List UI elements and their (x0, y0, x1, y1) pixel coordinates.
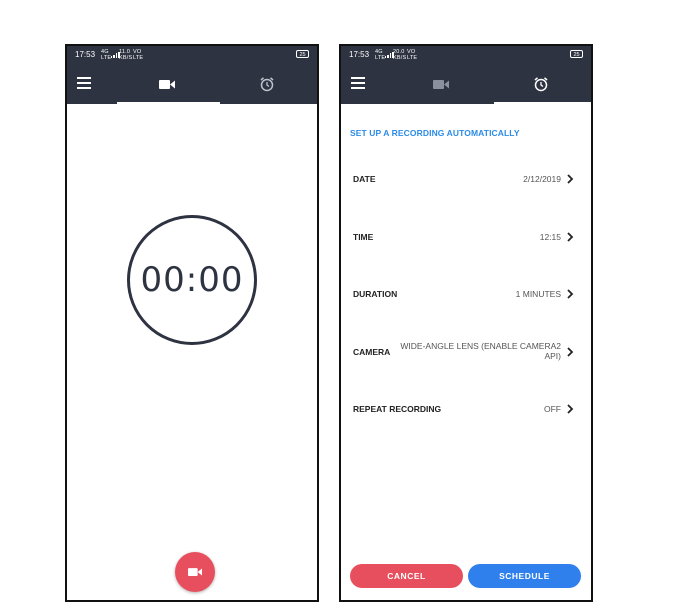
row-value: 1 MINUTES (515, 289, 561, 299)
row-label: REPEAT RECORDING (353, 404, 442, 414)
setting-row-time[interactable]: TIME 12:15 (341, 222, 591, 252)
row-label: DATE (353, 174, 376, 184)
video-camera-icon (188, 568, 202, 576)
battery-icon: 25 (570, 50, 583, 58)
setting-row-camera[interactable]: CAMERA WIDE-ANGLE LENS (ENABLE CAMERA2 A… (341, 337, 591, 367)
network-speed-unit: KB/S (393, 55, 407, 61)
volte-indicator: VO LTE (407, 49, 417, 61)
network-type: 4G LTE (101, 49, 111, 61)
row-label: DURATION (353, 289, 398, 299)
menu-icon[interactable] (77, 77, 91, 89)
tab-indicator (117, 102, 220, 104)
schedule-button[interactable]: SCHEDULE (468, 564, 581, 588)
status-bar: 17:53 4G LTE 20.0 KB/S VO LTE 25 (341, 46, 591, 64)
row-value: WIDE-ANGLE LENS (ENABLE CAMERA2 API) (400, 341, 561, 361)
tab-schedule[interactable] (217, 64, 317, 104)
tab-indicator (494, 102, 591, 104)
network-speed-unit: KB/S (119, 55, 133, 61)
row-value: OFF (544, 404, 561, 414)
row-label: CAMERA (353, 347, 391, 357)
record-button[interactable] (175, 552, 215, 592)
status-time: 17:53 (75, 50, 96, 59)
volte-bottom: LTE (133, 55, 144, 61)
section-title: SET UP A RECORDING AUTOMATICALLY (350, 128, 520, 138)
tab-schedule[interactable] (491, 64, 591, 104)
chevron-right-icon (567, 404, 574, 414)
chevron-right-icon (567, 174, 574, 184)
row-label: TIME (353, 232, 374, 242)
setting-row-date[interactable]: DATE 2/12/2019 (341, 164, 591, 194)
status-time: 17:53 (349, 50, 370, 59)
recorder-screen: 17:53 4G LTE 11.0 KB/S VO LTE 25 00:00 (65, 44, 319, 602)
network-type-bottom: LTE (375, 55, 386, 61)
timer-ring: 00:00 (127, 215, 257, 345)
row-value: 2/12/2019 (523, 174, 561, 184)
network-speed: 11.0 KB/S (119, 49, 132, 61)
alarm-clock-icon (534, 77, 548, 92)
tab-camera[interactable] (117, 64, 217, 104)
chevron-right-icon (567, 232, 574, 242)
chevron-right-icon (567, 289, 574, 299)
setting-row-duration[interactable]: DURATION 1 MINUTES (341, 279, 591, 309)
schedule-screen: 17:53 4G LTE 20.0 KB/S VO LTE 25 SET UP … (339, 44, 593, 602)
alarm-clock-icon (260, 77, 274, 92)
row-value: 12:15 (539, 232, 561, 242)
video-camera-icon (159, 79, 175, 89)
volte-bottom: LTE (407, 55, 418, 61)
setting-row-repeat[interactable]: REPEAT RECORDING OFF (341, 394, 591, 424)
status-bar: 17:53 4G LTE 11.0 KB/S VO LTE 25 (67, 46, 317, 64)
network-speed: 20.0 KB/S (393, 49, 406, 61)
video-camera-icon (433, 79, 449, 89)
network-type-bottom: LTE (101, 55, 112, 61)
timer-display: 00:00 (140, 260, 244, 300)
tab-camera[interactable] (391, 64, 491, 104)
chevron-right-icon (567, 347, 574, 357)
app-bar (67, 64, 317, 104)
app-bar (341, 64, 591, 104)
cancel-button[interactable]: CANCEL (350, 564, 463, 588)
battery-icon: 25 (296, 50, 309, 58)
network-type: 4G LTE (375, 49, 385, 61)
menu-icon[interactable] (351, 77, 365, 89)
volte-indicator: VO LTE (133, 49, 143, 61)
